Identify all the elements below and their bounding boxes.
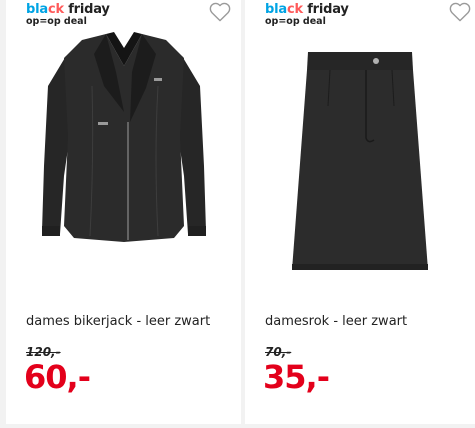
- badge-brand-part: ck: [47, 2, 64, 17]
- black-friday-badge: black friday op=op deal: [265, 3, 349, 27]
- badge-brand-part: friday: [63, 2, 110, 17]
- badge-brand-part: friday: [302, 2, 349, 17]
- badge-brand-part: ck: [286, 2, 303, 17]
- wishlist-heart-icon[interactable]: [209, 2, 231, 22]
- product-image[interactable]: [245, 26, 475, 286]
- biker-jacket-image: [41, 32, 206, 242]
- product-card[interactable]: black friday op=op deal: [245, 0, 475, 424]
- product-card[interactable]: black friday op=op deal: [6, 0, 241, 424]
- product-image[interactable]: [6, 26, 241, 286]
- product-grid: black friday op=op deal dames bikerjack …: [0, 0, 475, 428]
- badge-brand-part: bla: [265, 2, 287, 17]
- product-title[interactable]: dames bikerjack - leer zwart: [26, 314, 210, 329]
- badge-brand-part: bla: [26, 2, 48, 17]
- badge-brand: black friday: [265, 3, 349, 16]
- old-price: 120,-: [26, 345, 61, 359]
- black-friday-badge: black friday op=op deal: [26, 3, 110, 27]
- product-title[interactable]: damesrok - leer zwart: [265, 314, 407, 329]
- old-price: 70,-: [265, 345, 292, 359]
- badge-brand: black friday: [26, 3, 110, 16]
- sale-price: 35,-: [263, 358, 330, 396]
- leather-skirt-image: [292, 52, 428, 270]
- wishlist-heart-icon[interactable]: [449, 2, 471, 22]
- sale-price: 60,-: [24, 358, 91, 396]
